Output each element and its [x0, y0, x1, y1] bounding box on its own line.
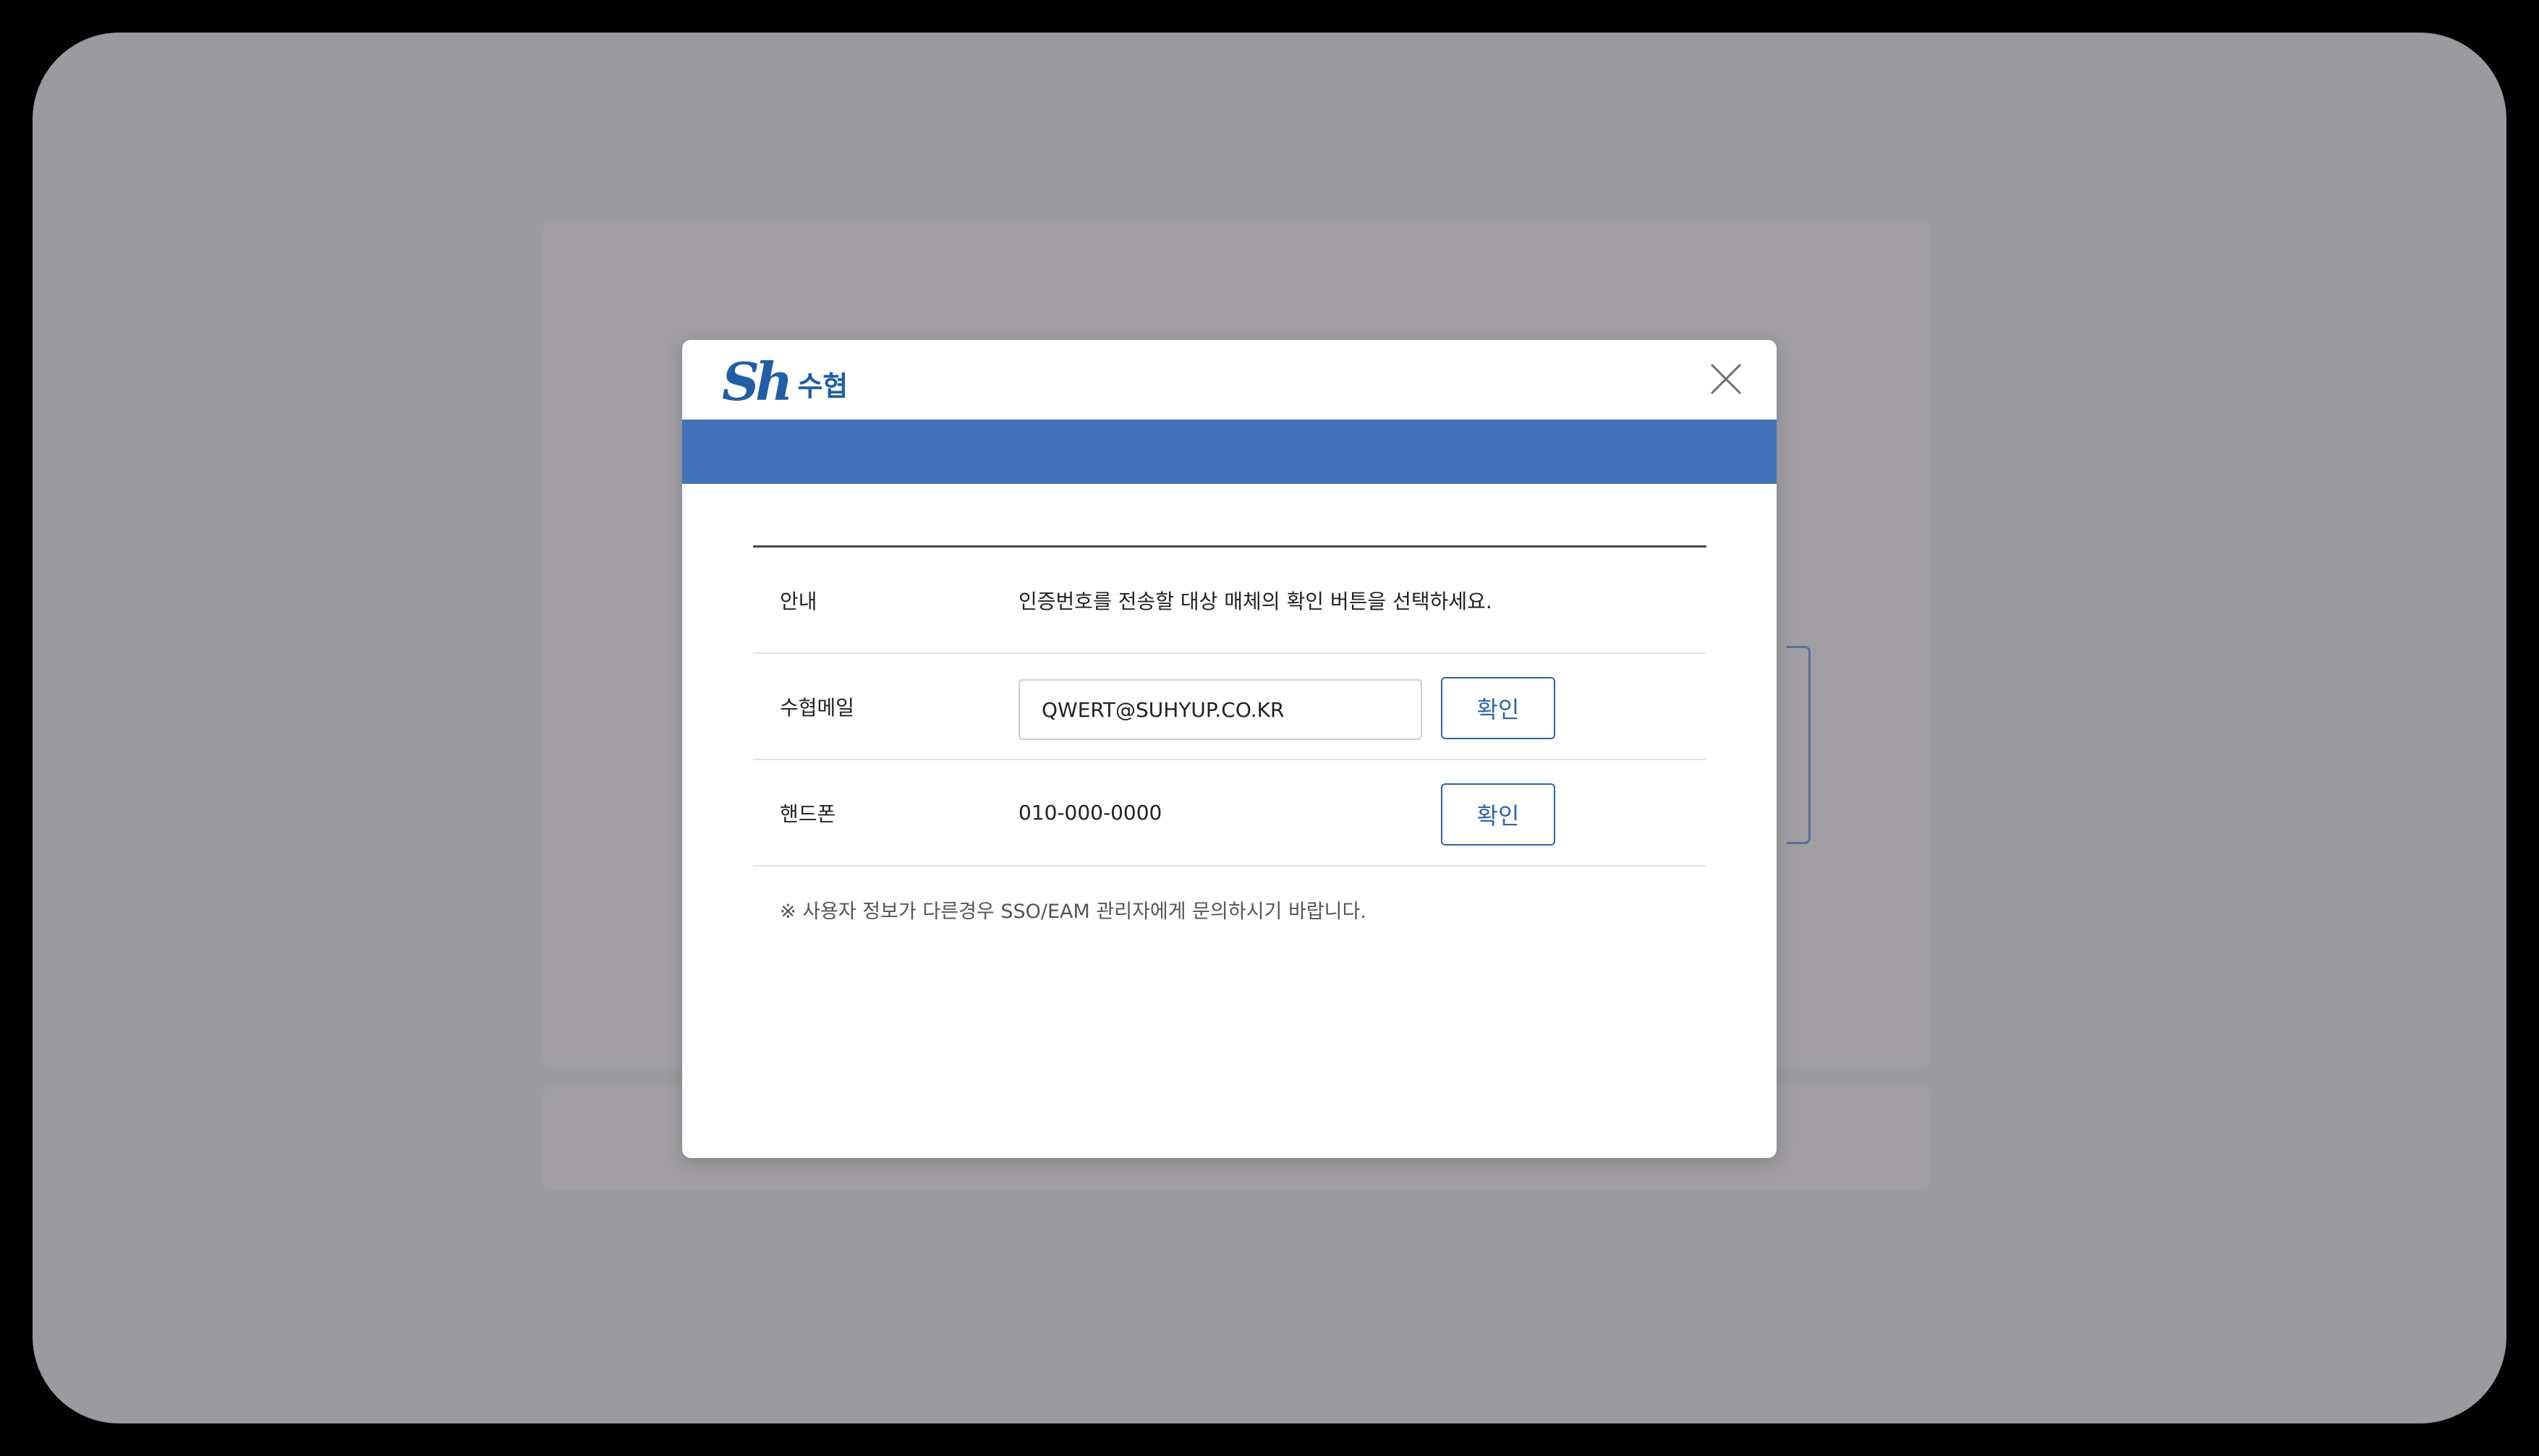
phone-number: 010-000-0000 [1018, 801, 1162, 825]
email-field[interactable] [1018, 679, 1422, 740]
suhyup-logo: Sh 수협 [722, 353, 848, 411]
modal-title-bar [682, 420, 1777, 484]
close-icon [1710, 363, 1742, 395]
contact-notice: ※ 사용자 정보가 다른경우 SSO/EAM 관리자에게 문의하시기 바랍니다. [780, 901, 1366, 923]
email-label: 수협메일 [780, 695, 855, 720]
table-row-email: 수협메일 확인 [753, 654, 1706, 760]
modal-header: Sh 수협 [682, 340, 1777, 420]
screen: Sh 수협 안내 인증번호를 전송할 대상 매체의 확인 버튼을 선택하세요. [33, 33, 2506, 1423]
phone-label: 핸드폰 [780, 801, 836, 826]
guide-label: 안내 [780, 589, 817, 613]
table-row-guide: 안내 인증번호를 전송할 대상 매체의 확인 버튼을 선택하세요. [753, 548, 1706, 654]
email-confirm-button[interactable]: 확인 [1441, 677, 1555, 739]
table-row-phone: 핸드폰 010-000-0000 확인 [753, 760, 1706, 867]
background-box-edge [1787, 646, 1811, 844]
logo-text: 수협 [797, 370, 849, 402]
phone-confirm-button[interactable]: 확인 [1441, 783, 1555, 846]
verification-modal: Sh 수협 안내 인증번호를 전송할 대상 매체의 확인 버튼을 선택하세요. [682, 340, 1777, 1158]
logo-mark: Sh [722, 351, 793, 412]
device-frame: Sh 수협 안내 인증번호를 전송할 대상 매체의 확인 버튼을 선택하세요. [0, 0, 2539, 1456]
close-button[interactable] [1707, 360, 1745, 398]
guide-text: 인증번호를 전송할 대상 매체의 확인 버튼을 선택하세요. [1018, 589, 1492, 613]
verification-table: 안내 인증번호를 전송할 대상 매체의 확인 버튼을 선택하세요. 수협메일 확… [753, 545, 1706, 924]
